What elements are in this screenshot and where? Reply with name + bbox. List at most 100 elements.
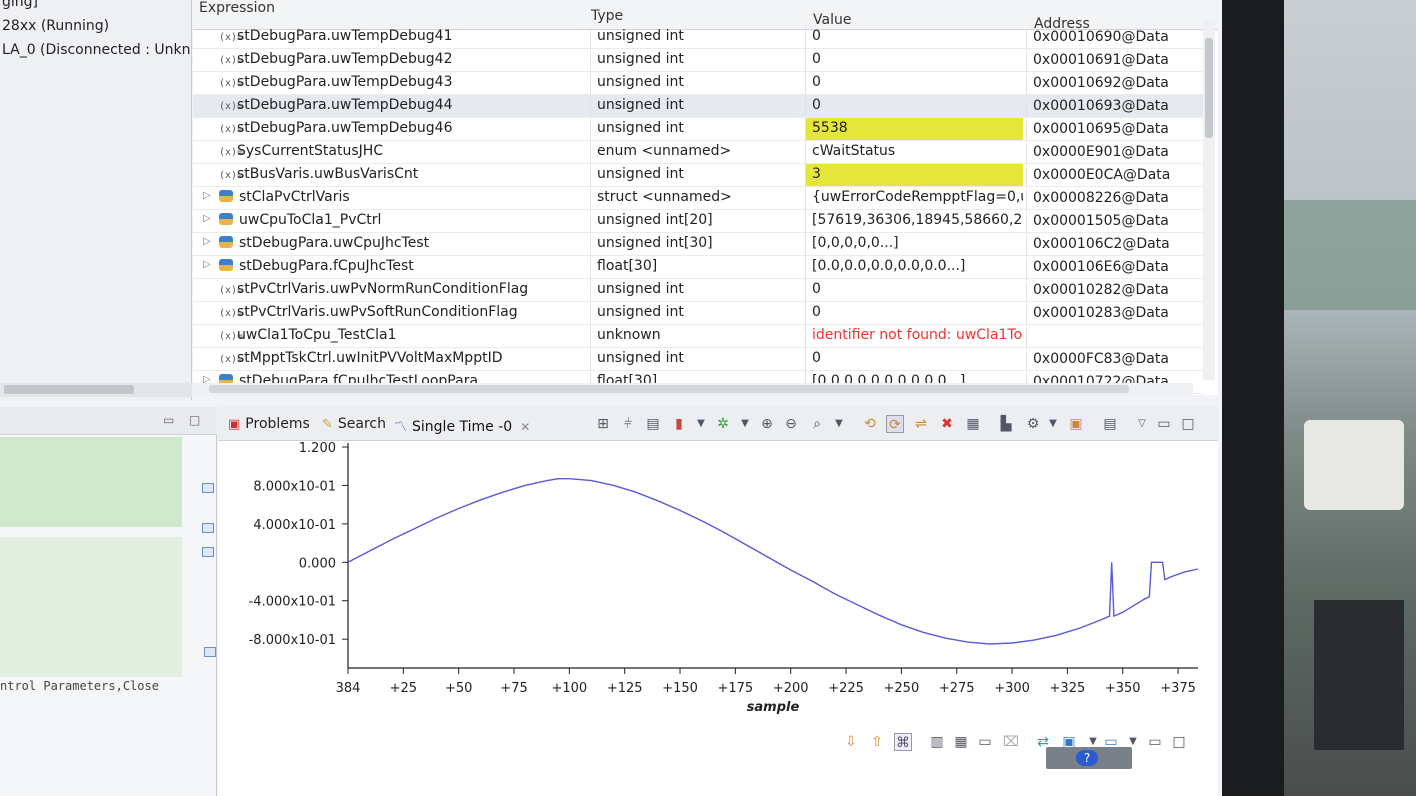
overview-ruler-icon[interactable] [202,547,214,557]
help-icon[interactable]: ? [1076,750,1098,766]
expression-row[interactable]: (x)=stDebugPara.uwTempDebug42 unsigned in… [193,49,1203,73]
value-cell[interactable]: 0 [805,95,1023,117]
refresh-icon[interactable]: ⟲ [861,415,879,433]
center-icon[interactable]: ⫩ [619,415,637,433]
signal-line[interactable] [347,478,1199,645]
variable-icon: (x)= [219,285,244,296]
close-icon[interactable]: ✕ [520,420,530,434]
value-cell[interactable]: 0 [805,302,1023,324]
view-menu-icon[interactable]: ▽ [1133,415,1151,433]
align-icon[interactable]: ⊞ [594,415,612,433]
clear-icon[interactable]: ⌧ [1002,733,1020,751]
expression-name-cell: (x)=stPvCtrlVaris.uwPvSoftRunConditionFl… [219,304,518,320]
value-cell[interactable]: identifier not found: uwCla1To... [805,325,1023,347]
value-cell[interactable]: [0.0,0.0,0.0,0.0,0.0...] [805,256,1023,278]
background-shelf [1284,200,1416,310]
layout-icon[interactable]: ▤ [644,415,662,433]
overview-ruler-icon[interactable] [202,483,214,493]
value-cell[interactable]: [0,0,0,0,0...] [805,233,1023,255]
overview-ruler-icon[interactable] [204,647,216,657]
import-icon[interactable]: ▙ [997,415,1015,433]
tab-label: Search [337,416,387,432]
minimize-icon[interactable]: ▭ [1146,733,1164,751]
time-graph-chart[interactable]: 1.200 8.000x10-01 4.000x10-01 0.000 -4.000x1… [218,441,1218,721]
value-cell[interactable]: 0 [805,72,1023,94]
value-cell[interactable]: 3 [805,164,1023,186]
properties-icon[interactable]: ▣ [1067,415,1085,433]
auto-refresh-icon[interactable]: ⇌ [912,415,930,433]
value-cell[interactable]: 0 [805,348,1023,370]
type-cell: struct <unnamed> [590,189,732,211]
value-cell[interactable]: [57619,36306,18945,58660,202... [805,210,1023,232]
session-item-target[interactable]: 28xx (Running) [2,18,109,34]
expression-row[interactable]: (x)=uwCla1ToCpu_TestCla1 unknown identifie… [193,325,1203,349]
scroll-thumb[interactable] [209,385,1129,393]
value-cell[interactable]: 0 [805,279,1023,301]
list-icon[interactable]: ▤ [1101,415,1119,433]
session-item-cla[interactable]: LA_0 (Disconnected : Unkn [2,42,191,58]
expression-row[interactable]: ▷ stDebugPara.uwCpuJhcTest unsigned int[30… [193,233,1203,257]
graph-icon: 〽 [394,420,408,435]
maximize-icon[interactable]: □ [189,413,200,427]
expression-row[interactable]: ▷ stClaPvCtrlVaris struct <unnamed> {uwErro… [193,187,1203,211]
chevron-down-icon[interactable]: ▼ [830,415,848,433]
export-icon[interactable]: ▦ [964,415,982,433]
overview-ruler-icon[interactable] [202,523,214,533]
x-tick-label: +275 [939,681,975,696]
console-icon[interactable]: ▭ [976,733,994,751]
scroll-thumb[interactable] [4,385,134,394]
session-hscrollbar[interactable] [0,383,192,397]
help-widget[interactable]: ? [1046,747,1132,769]
column-header-expression[interactable]: Expression [199,0,275,16]
expand-arrow-icon[interactable]: ▷ [203,213,211,224]
session-item-0[interactable]: ging] [2,0,38,10]
expression-row[interactable]: (x)=stDebugPara.uwTempDebug44 unsigned in… [193,95,1203,119]
expression-row[interactable]: (x)=stPvCtrlVaris.uwPvSoftRunConditionFl… [193,302,1203,326]
expression-row[interactable]: (x)=stPvCtrlVaris.uwPvNormRunConditionFl… [193,279,1203,303]
expression-row[interactable]: (x)=SysCurrentStatusJHC enum <unnamed> cWa… [193,141,1203,165]
tab-label: Single Time -0 [412,419,513,435]
chevron-down-icon[interactable]: ▼ [1044,415,1062,433]
delete-icon[interactable]: ✖ [938,415,956,433]
column-header-type[interactable]: Type [591,8,623,24]
chevron-down-icon[interactable]: ▼ [692,415,710,433]
zoom-out-icon[interactable]: ⊖ [782,415,800,433]
expand-arrow-icon[interactable]: ▷ [203,190,211,201]
zoom-fit-icon[interactable]: ⌕ [808,415,826,433]
layout-icon[interactable]: ▥ [928,733,946,751]
expression-row[interactable]: (x)=stDebugPara.uwTempDebug43 unsigned in… [193,72,1203,96]
gear-icon[interactable]: ✲ [714,415,732,433]
arrow-up-icon[interactable]: ⇧ [868,733,886,751]
expression-row[interactable]: (x)=stMpptTskCtrl.uwInitPVVoltMaxMpptID u… [193,348,1203,372]
tab-search[interactable]: ✎ Search [322,416,386,432]
maximize-icon[interactable]: □ [1179,415,1197,433]
tab-problems[interactable]: ▣ Problems [228,416,310,432]
minimize-icon[interactable]: ▭ [1155,415,1173,433]
settings-icon[interactable]: ⚙ [1024,415,1042,433]
expressions-vscrollbar[interactable] [1203,20,1215,380]
tab-single-time[interactable]: 〽 Single Time -0 ✕ [394,416,530,435]
value-cell[interactable]: cWaitStatus [805,141,1023,163]
maximize-icon[interactable]: □ [1170,733,1188,751]
zoom-in-icon[interactable]: ⊕ [758,415,776,433]
continuous-refresh-icon[interactable]: ⟳ [886,415,904,433]
expand-arrow-icon[interactable]: ▷ [203,236,211,247]
expressions-hscrollbar[interactable] [193,383,1193,395]
value-cell[interactable]: 0 [805,26,1023,48]
scroll-thumb[interactable] [1205,38,1213,138]
chevron-down-icon[interactable]: ▼ [736,415,754,433]
table-icon[interactable]: ▦ [952,733,970,751]
value-cell[interactable]: 5538 [805,118,1023,140]
arrow-down-icon[interactable]: ⇩ [842,733,860,751]
expression-row[interactable]: ▷ uwCpuToCla1_PvCtrl unsigned int[20] [5761… [193,210,1203,234]
value-cell[interactable]: {uwErrorCodeRempptFlag=0,u... [805,187,1023,209]
expression-row[interactable]: (x)=stBusVaris.uwBusVarisCnt unsigned int… [193,164,1203,188]
bar-chart-icon[interactable]: ▮ [670,415,688,433]
expression-row[interactable]: (x)=stDebugPara.uwTempDebug41 unsigned in… [193,26,1203,50]
expression-row[interactable]: (x)=stDebugPara.uwTempDebug46 unsigned in… [193,118,1203,142]
minimize-icon[interactable]: ▭ [163,413,174,427]
value-cell[interactable]: 0 [805,49,1023,71]
expression-row[interactable]: ▷ stDebugPara.fCpuJhcTest float[30] [0.0,0.… [193,256,1203,280]
pin-icon[interactable]: ⌘ [894,733,912,751]
expand-arrow-icon[interactable]: ▷ [203,259,211,270]
